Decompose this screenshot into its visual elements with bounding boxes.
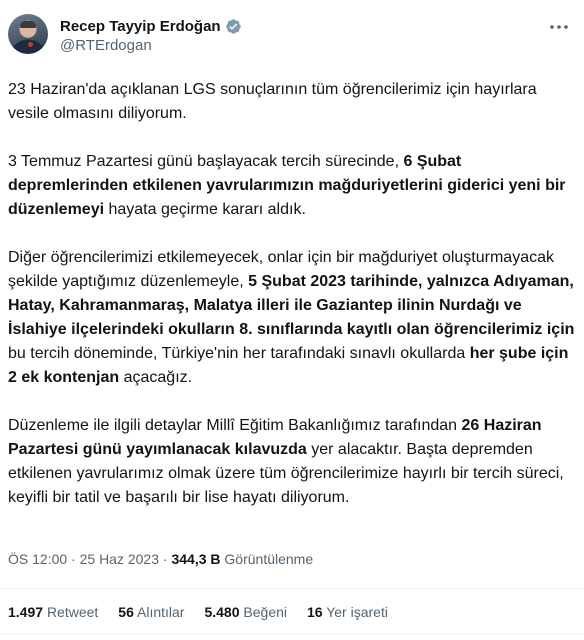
avatar-hair xyxy=(20,21,36,28)
quotes-label: Alıntılar xyxy=(137,604,185,620)
avatar-pin xyxy=(28,42,33,47)
tweet-text: 23 Haziran'da açıklanan LGS sonuçlarının… xyxy=(8,78,578,510)
views-label: Görüntülenme xyxy=(224,551,314,567)
tweet-paragraph-2: 3 Temmuz Pazartesi günü başlayacak terci… xyxy=(8,150,578,222)
quotes-count: 56 xyxy=(118,604,134,620)
tweet-paragraph-1: 23 Haziran'da açıklanan LGS sonuçlarının… xyxy=(8,78,578,126)
retweets-count: 1.497 xyxy=(8,604,44,620)
meta-separator-2: · xyxy=(159,551,172,567)
more-horizontal-icon[interactable] xyxy=(548,20,570,34)
likes-count: 5.480 xyxy=(204,604,240,620)
bookmarks-label: Yer işareti xyxy=(326,604,388,620)
retweets-label: Retweet xyxy=(46,604,99,620)
likes-label: Beğeni xyxy=(243,604,287,620)
author-name-row: Recep Tayyip Erdoğan xyxy=(60,16,242,36)
divider-top xyxy=(0,588,584,589)
verified-badge-icon[interactable] xyxy=(225,18,242,35)
bookmarks-count: 16 xyxy=(307,604,323,620)
tweet-date[interactable]: 25 Haz 2023 xyxy=(80,551,159,567)
meta-separator-1: · xyxy=(67,551,80,567)
tweet-time[interactable]: ÖS 12:00 xyxy=(8,551,67,567)
stat-likes[interactable]: 5.480 Beğeni xyxy=(204,604,287,620)
stat-bookmarks[interactable]: 16 Yer işareti xyxy=(307,604,388,620)
views-count: 344,3 B xyxy=(171,551,221,567)
tweet-p4-text-1: Düzenleme ile ilgili detaylar Millî Eğit… xyxy=(8,417,462,434)
tweet-p2-text-1: 3 Temmuz Pazartesi günü başlayacak terci… xyxy=(8,153,404,170)
divider-bottom xyxy=(0,634,584,635)
tweet-header: Recep Tayyip Erdoğan @RTErdogan xyxy=(8,14,576,66)
stat-retweets[interactable]: 1.497 Retweet xyxy=(8,604,98,620)
author-display-name[interactable]: Recep Tayyip Erdoğan xyxy=(60,18,221,35)
author-handle[interactable]: @RTErdogan xyxy=(60,37,242,54)
tweet-p3-text-3: açacağız. xyxy=(119,369,193,386)
avatar[interactable] xyxy=(8,14,48,54)
stat-quotes[interactable]: 56 Alıntılar xyxy=(118,604,184,620)
tweet-paragraph-3: Diğer öğrencilerimizi etkilemeyecek, onl… xyxy=(8,246,578,390)
tweet-p3-text-2: bu tercih döneminde, Türkiye'nin her tar… xyxy=(8,345,470,362)
author-block: Recep Tayyip Erdoğan @RTErdogan xyxy=(60,16,242,54)
tweet-p1-text: 23 Haziran'da açıklanan LGS sonuçlarının… xyxy=(8,81,537,122)
tweet-p2-text-2: hayata geçirme kararı aldık. xyxy=(104,201,306,218)
tweet-stats: 1.497 Retweet 56 Alıntılar 5.480 Beğeni … xyxy=(8,604,388,620)
tweet-paragraph-4: Düzenleme ile ilgili detaylar Millî Eğit… xyxy=(8,414,578,510)
tweet-meta: ÖS 12:00 · 25 Haz 2023 · 344,3 B Görüntü… xyxy=(8,551,313,567)
